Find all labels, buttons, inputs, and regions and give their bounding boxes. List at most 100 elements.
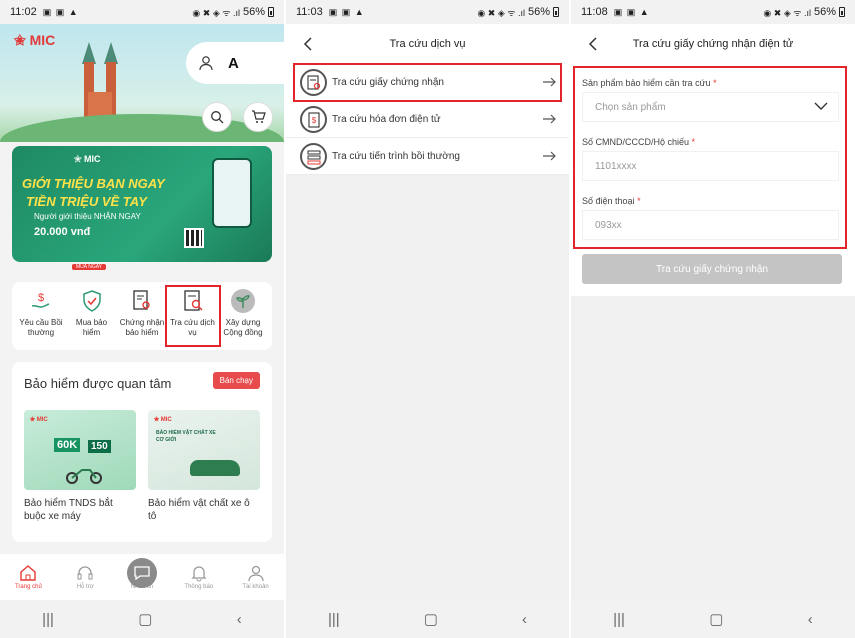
notification-icons: ▣ ▣ ▲	[613, 6, 650, 17]
motorbike-icon	[66, 469, 102, 484]
tab-home[interactable]: Trang chủ	[3, 564, 53, 590]
user-icon	[199, 56, 213, 71]
lookup-item-invoice[interactable]: $ Tra cứu hóa đơn điện tử	[286, 101, 569, 138]
product-select[interactable]: Chọn sản phẩm	[582, 92, 839, 122]
certificate-icon	[133, 290, 150, 310]
headset-icon	[77, 566, 93, 580]
lookup-item-claim-progress[interactable]: Tra cứu tiến trình bồi thường	[286, 138, 569, 175]
home-screen: 11:02 ▣ ▣ ▲ ◉ ✖ ◈ ᯤ .ıl 56% ✬ MIC A ✬ MI…	[0, 0, 284, 638]
search-icon	[211, 111, 224, 124]
status-time: 11:03	[296, 6, 323, 18]
svg-text:$: $	[38, 292, 44, 304]
cart-button[interactable]	[243, 102, 273, 132]
invoice-icon: $	[307, 111, 320, 128]
page-title: Tra cứu giấy chứng nhận điện tử	[632, 38, 794, 50]
arrow-right-icon	[543, 151, 556, 161]
back-button[interactable]	[583, 34, 603, 54]
banner-headline-1: GIỚI THIỆU BẠN NGAY	[22, 176, 165, 191]
lookup-item-label: Tra cứu hóa đơn điện tử	[332, 113, 441, 125]
chevron-left-icon	[303, 37, 312, 51]
tab-support[interactable]: Hỗ trợ	[60, 564, 110, 590]
status-right: ◉ ✖ ◈ ᯤ .ıl 56%	[477, 6, 559, 19]
shield-check-icon	[82, 290, 101, 312]
signal-icon: ◉ ✖ ◈ ᯤ .ıl	[192, 7, 240, 18]
hand-money-icon: $	[31, 292, 50, 308]
product-name: Bảo hiểm vật chất xe ô tô	[148, 498, 250, 522]
progress-list-icon	[307, 150, 320, 164]
service-lookup[interactable]: Tra cứu dịch vụ	[164, 285, 221, 347]
battery-icon	[839, 7, 845, 17]
status-time: 11:02	[10, 6, 37, 18]
cart-icon	[251, 110, 266, 123]
chevron-down-icon	[814, 102, 828, 110]
svg-text:$: $	[311, 116, 316, 125]
mic-logo: ✬ MIC	[14, 32, 56, 48]
id-field-label: Số CMND/CCCD/Hộ chiếu *	[582, 137, 696, 147]
id-number-placeholder: 1101xxxx	[595, 160, 637, 172]
page-header: Tra cứu dịch vụ	[286, 24, 569, 64]
section-title: Bảo hiểm được quan tâm	[24, 376, 172, 391]
banner-cta-strip: MUA NGAY	[72, 264, 106, 270]
home-nav-icon[interactable]: ▢	[138, 610, 152, 628]
product-card-car[interactable]: ✬ MIC BẢO HIỂM VẬT CHẤT XE CƠ GIỚI Bảo h…	[148, 410, 260, 523]
status-bar: 11:02 ▣ ▣ ▲ ◉ ✖ ◈ ᯤ .ıl 56%	[0, 0, 284, 24]
back-nav-icon[interactable]: ‹	[237, 611, 242, 628]
tab-notifications[interactable]: Thông báo	[174, 564, 224, 590]
chevron-left-icon	[588, 37, 597, 51]
android-nav-bar: ||| ▢ ‹	[286, 600, 569, 638]
id-number-input[interactable]: 1101xxxx	[582, 151, 839, 181]
phone-placeholder: 093xx	[595, 219, 622, 231]
status-right: ◉ ✖ ◈ ᯤ .ıl 56%	[763, 6, 845, 19]
banner-logo: ✬ MIC	[74, 154, 101, 164]
price-tag-60k: 60K	[54, 438, 81, 452]
service-certificate[interactable]: Chứng nhận bảo hiểm	[117, 288, 167, 344]
certificate-icon	[306, 74, 320, 90]
service-claim[interactable]: $ Yêu cầu Bồi thường	[16, 288, 66, 344]
home-nav-icon[interactable]: ▢	[424, 610, 438, 628]
hills-illustration	[0, 114, 284, 142]
back-button[interactable]	[298, 34, 318, 54]
battery-level: 56%	[242, 6, 265, 18]
product-field-label: Sản phẩm bảo hiểm cần tra cứu *	[582, 78, 717, 88]
user-pill[interactable]: A	[186, 42, 284, 84]
chat-icon	[134, 566, 150, 580]
recents-icon[interactable]: |||	[42, 611, 54, 628]
plant-icon	[231, 289, 255, 313]
android-nav-bar: ||| ▢ ‹	[0, 600, 284, 638]
service-shortcuts: $ Yêu cầu Bồi thường Mua bảo hiểm Chứng …	[12, 282, 272, 350]
tab-account[interactable]: Tài khoản	[231, 564, 281, 590]
service-community[interactable]: Xây dựng Cộng đồng	[218, 288, 268, 344]
status-bar: 11:03 ▣ ▣ ▲ ◉ ✖ ◈ ᯤ .ıl 56%	[286, 0, 569, 24]
document-search-icon	[183, 290, 202, 311]
product-name: Bảo hiểm TNDS bắt buộc xe máy	[24, 498, 113, 522]
home-nav-icon[interactable]: ▢	[709, 610, 723, 628]
product-card-motorbike[interactable]: ✬ MIC 60K 150 Bảo hiểm TNDS bắt buộc xe …	[24, 410, 136, 523]
notification-icons: ▣ ▣ ▲	[42, 6, 79, 17]
back-nav-icon[interactable]: ‹	[522, 611, 527, 628]
chat-fab[interactable]	[127, 558, 157, 588]
service-buy[interactable]: Mua bảo hiểm	[67, 288, 117, 344]
recents-icon[interactable]: |||	[328, 611, 340, 628]
back-nav-icon[interactable]: ‹	[808, 611, 813, 628]
notification-icons: ▣ ▣ ▲	[328, 6, 365, 17]
search-button[interactable]	[202, 102, 232, 132]
lookup-certificate-button[interactable]: Tra cứu giấy chứng nhận	[582, 254, 842, 284]
qr-code	[184, 228, 204, 248]
promo-banner[interactable]: ✬ MIC GIỚI THIỆU BẠN NGAY TIỀN TRIỆU VỀ …	[12, 146, 272, 262]
featured-insurance: Bảo hiểm được quan tâm Bán chạy ✬ MIC 60…	[12, 362, 272, 542]
product-image-title: BẢO HIỂM VẬT CHẤT XE CƠ GIỚI	[156, 430, 216, 443]
bestseller-badge[interactable]: Bán chạy	[212, 372, 260, 389]
phone-input[interactable]: 093xx	[582, 210, 839, 240]
user-icon	[247, 565, 264, 582]
android-nav-bar: ||| ▢ ‹	[571, 600, 855, 638]
product-select-placeholder: Chọn sản phẩm	[595, 101, 666, 113]
signal-icon: ◉ ✖ ◈ ᯤ .ıl	[763, 7, 811, 18]
arrow-right-icon	[543, 77, 556, 87]
home-hero: ✬ MIC A	[0, 24, 284, 142]
lookup-item-label: Tra cứu tiến trình bồi thường	[332, 150, 460, 162]
phone-illustration	[212, 158, 252, 228]
status-right: ◉ ✖ ◈ ᯤ .ıl 56%	[192, 6, 274, 19]
lookup-item-certificate[interactable]: Tra cứu giấy chứng nhận	[293, 63, 562, 102]
status-time: 11:08	[581, 6, 608, 18]
recents-icon[interactable]: |||	[613, 611, 625, 628]
